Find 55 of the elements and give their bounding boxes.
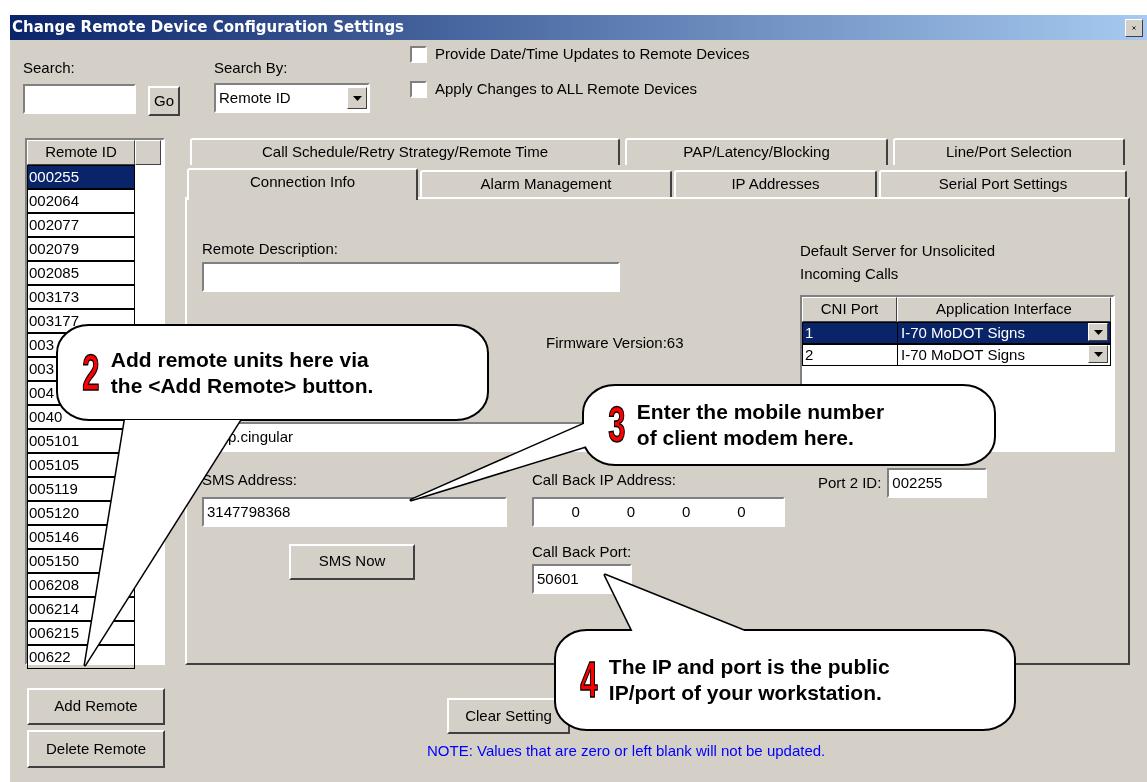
tab[interactable]: Alarm Management [420,170,672,197]
list-item[interactable]: 002064 [27,189,135,213]
field-label: Call Back IP Address: [532,469,677,490]
checkbox[interactable] [410,45,427,63]
callout-text: Add remote units here via the <Add Remote> button. [110,346,375,399]
table-cell: 2 [803,345,898,365]
column-header[interactable]: Application Interface [897,297,1111,322]
window-title: Change Remote Device Configuration Settings [12,17,405,39]
search-by-dropdown[interactable]: Remote ID [214,83,370,113]
delete-remote-button[interactable]: Delete Remote [27,730,165,768]
column-header[interactable]: Remote ID [27,140,135,165]
search-label: Search: [23,58,76,78]
list-item[interactable]: 002077 [27,213,135,237]
list-item[interactable]: 003173 [27,285,135,309]
field-label: Call Back Port: [532,541,633,562]
sms-now-button[interactable]: SMS Now [289,543,415,580]
field-label: Remote Description: [202,239,339,259]
default-server-label: Default Server for Unsolicited Incoming Calls [800,241,997,284]
note-text: NOTE: Values that are zero or left blank will not be updated. [427,741,826,761]
tab[interactable]: Call Schedule/Retry Strategy/Remote Time [190,138,620,165]
table-row[interactable]: 1 I-70 MoDOT Signs [802,322,1111,344]
list-item[interactable]: 002085 [27,261,135,285]
remote-description-field[interactable] [202,262,620,292]
search-by-label: Search By: [214,58,289,78]
tab[interactable]: PAP/Latency/Blocking [625,138,888,165]
checkbox[interactable] [410,80,427,98]
tab[interactable]: IP Addresses [674,170,877,197]
step-number: 4 [580,655,598,705]
tab[interactable]: Line/Port Selection [893,138,1125,165]
checkbox-label: Apply Changes to ALL Remote Devices [435,79,698,99]
table-cell: 1 [803,323,898,343]
tab[interactable]: Serial Port Settings [879,170,1127,197]
tab[interactable]: Connection Info [187,168,418,200]
port-id-field[interactable]: 002255 [887,468,988,498]
close-button[interactable] [1125,18,1143,37]
clear-settings-button[interactable]: Clear Setting [447,698,570,734]
table-cell-text: I-70 MoDOT Signs [900,345,1026,365]
go-button[interactable]: Go [148,86,180,116]
field-label: Port 2 ID: [818,473,882,493]
column-header[interactable]: CNI Port [802,297,897,322]
checkbox-label: Provide Date/Time Updates to Remote Devices [435,44,750,64]
table-row[interactable]: 2 I-70 MoDOT Signs [802,344,1111,366]
sms-address-field[interactable]: 3147798368 [202,496,507,527]
step-number: 2 [82,347,100,398]
callout-text: The IP and port is the public IP/port of your workstation. [608,654,891,706]
search-field[interactable] [23,84,136,114]
list-item[interactable]: 002079 [27,237,135,261]
column-header[interactable] [135,140,161,165]
list-item[interactable]: 00622 [27,645,135,669]
ip-address-field[interactable]: 0 0 0 0 [532,496,785,527]
firmware-version-text: Firmware Version:63 [546,333,684,353]
table-cell-text: I-70 MoDOT Signs [900,323,1026,343]
list-item[interactable]: 000255 [27,165,135,189]
add-remote-button[interactable]: Add Remote [27,688,165,725]
field-label: SMS Address: [202,469,299,490]
